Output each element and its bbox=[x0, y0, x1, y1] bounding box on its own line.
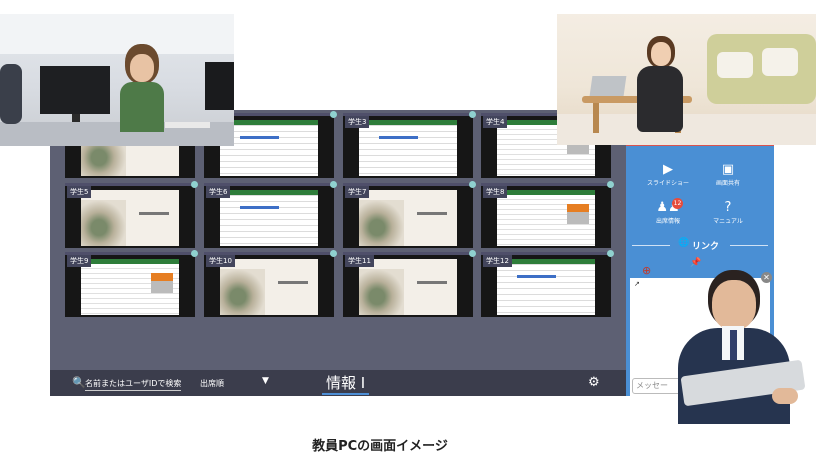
status-dot bbox=[330, 250, 337, 257]
student-screen-preview bbox=[359, 259, 457, 315]
status-dot bbox=[330, 181, 337, 188]
manual-button[interactable]: ? マニュアル bbox=[698, 200, 758, 225]
student-screen-preview bbox=[497, 190, 595, 246]
status-dot bbox=[607, 181, 614, 188]
emblem-icon: ⊕ bbox=[642, 264, 652, 277]
attendance-button[interactable]: ♟♟ 12 出席情報 bbox=[638, 198, 698, 225]
student-label: 学生9 bbox=[67, 255, 92, 267]
student-label: 学生12 bbox=[483, 255, 512, 267]
chevron-down-icon[interactable]: ▼ bbox=[262, 376, 269, 386]
student-thumbnail[interactable]: 学生6 bbox=[204, 181, 337, 248]
student-screen-preview bbox=[220, 190, 318, 246]
bottom-toolbar: 🔍 名前またはユーザIDで検索 出席順 ▼ 情報 I ⚙ bbox=[50, 370, 626, 396]
status-dot bbox=[607, 250, 614, 257]
attendance-badge: 12 bbox=[672, 198, 683, 209]
status-dot bbox=[469, 250, 476, 257]
student-label: 学生7 bbox=[345, 186, 370, 198]
classroom-photo bbox=[0, 14, 234, 146]
student-screen-preview bbox=[81, 259, 179, 315]
slideshow-button[interactable]: ▶ スライドショー bbox=[638, 162, 698, 187]
people-icon: ♟♟ bbox=[656, 200, 680, 215]
status-dot bbox=[469, 181, 476, 188]
businessman-photo bbox=[668, 264, 816, 424]
student-thumbnail[interactable]: 学生12 bbox=[481, 250, 614, 317]
status-dot bbox=[191, 250, 198, 257]
link-label: リンク bbox=[692, 242, 720, 252]
student-label: 学生5 bbox=[67, 186, 92, 198]
caption: 教員PCの画面イメージ bbox=[312, 439, 448, 454]
help-icon: ? bbox=[724, 200, 732, 215]
play-icon: ▶ bbox=[663, 162, 673, 177]
globe-icon: 🌐 bbox=[678, 238, 690, 248]
student-label: 学生8 bbox=[483, 186, 508, 198]
student-label: 学生6 bbox=[206, 186, 231, 198]
class-title: 情報 I bbox=[322, 372, 370, 395]
student-thumbnail[interactable]: 学生3 bbox=[343, 111, 476, 178]
screen-share-label: 画面共有 bbox=[715, 180, 740, 187]
student-thumbnail[interactable]: 学生5 bbox=[65, 181, 198, 248]
attendance-label: 出席情報 bbox=[655, 218, 680, 225]
student-screen-preview bbox=[359, 120, 457, 176]
student-thumbnail[interactable]: 学生10 bbox=[204, 250, 337, 317]
slideshow-label: スライドショー bbox=[646, 180, 689, 187]
student-thumbnail[interactable]: 学生7 bbox=[343, 181, 476, 248]
gear-icon[interactable]: ⚙ bbox=[588, 375, 600, 390]
status-dot bbox=[191, 181, 198, 188]
divider-left bbox=[632, 245, 670, 246]
screen-share-button[interactable]: ▣ 画面共有 bbox=[698, 162, 758, 187]
link-section-header: 🌐 リンク bbox=[626, 238, 774, 252]
search-icon[interactable]: 🔍 bbox=[72, 376, 86, 389]
student-label: 学生11 bbox=[345, 255, 374, 267]
expand-icon[interactable]: ↗ bbox=[634, 280, 640, 288]
student-label: 学生10 bbox=[206, 255, 235, 267]
student-screen-preview bbox=[81, 190, 179, 246]
cast-icon: ▣ bbox=[721, 162, 735, 177]
student-screen-preview bbox=[497, 259, 595, 315]
teacher-screen: 学生3 学生4 学生5 学生6 学生7 学生8 学生9 学生10 学生11 学生12 bbox=[50, 110, 626, 396]
home-photo bbox=[557, 14, 816, 145]
student-thumbnail[interactable]: 学生9 bbox=[65, 250, 198, 317]
student-thumbnail[interactable]: 学生8 bbox=[481, 181, 614, 248]
status-dot bbox=[330, 111, 337, 118]
student-thumbnail[interactable]: 学生11 bbox=[343, 250, 476, 317]
student-screen-preview bbox=[359, 190, 457, 246]
student-label: 学生3 bbox=[345, 116, 370, 128]
student-screen-preview bbox=[220, 259, 318, 315]
divider-right bbox=[730, 245, 768, 246]
student-screen-preview bbox=[220, 120, 318, 176]
search-input[interactable]: 名前またはユーザIDで検索 bbox=[85, 378, 182, 391]
status-dot bbox=[469, 111, 476, 118]
manual-label: マニュアル bbox=[713, 218, 743, 225]
sort-select[interactable]: 出席順 bbox=[200, 378, 224, 389]
student-label: 学生4 bbox=[483, 116, 508, 128]
